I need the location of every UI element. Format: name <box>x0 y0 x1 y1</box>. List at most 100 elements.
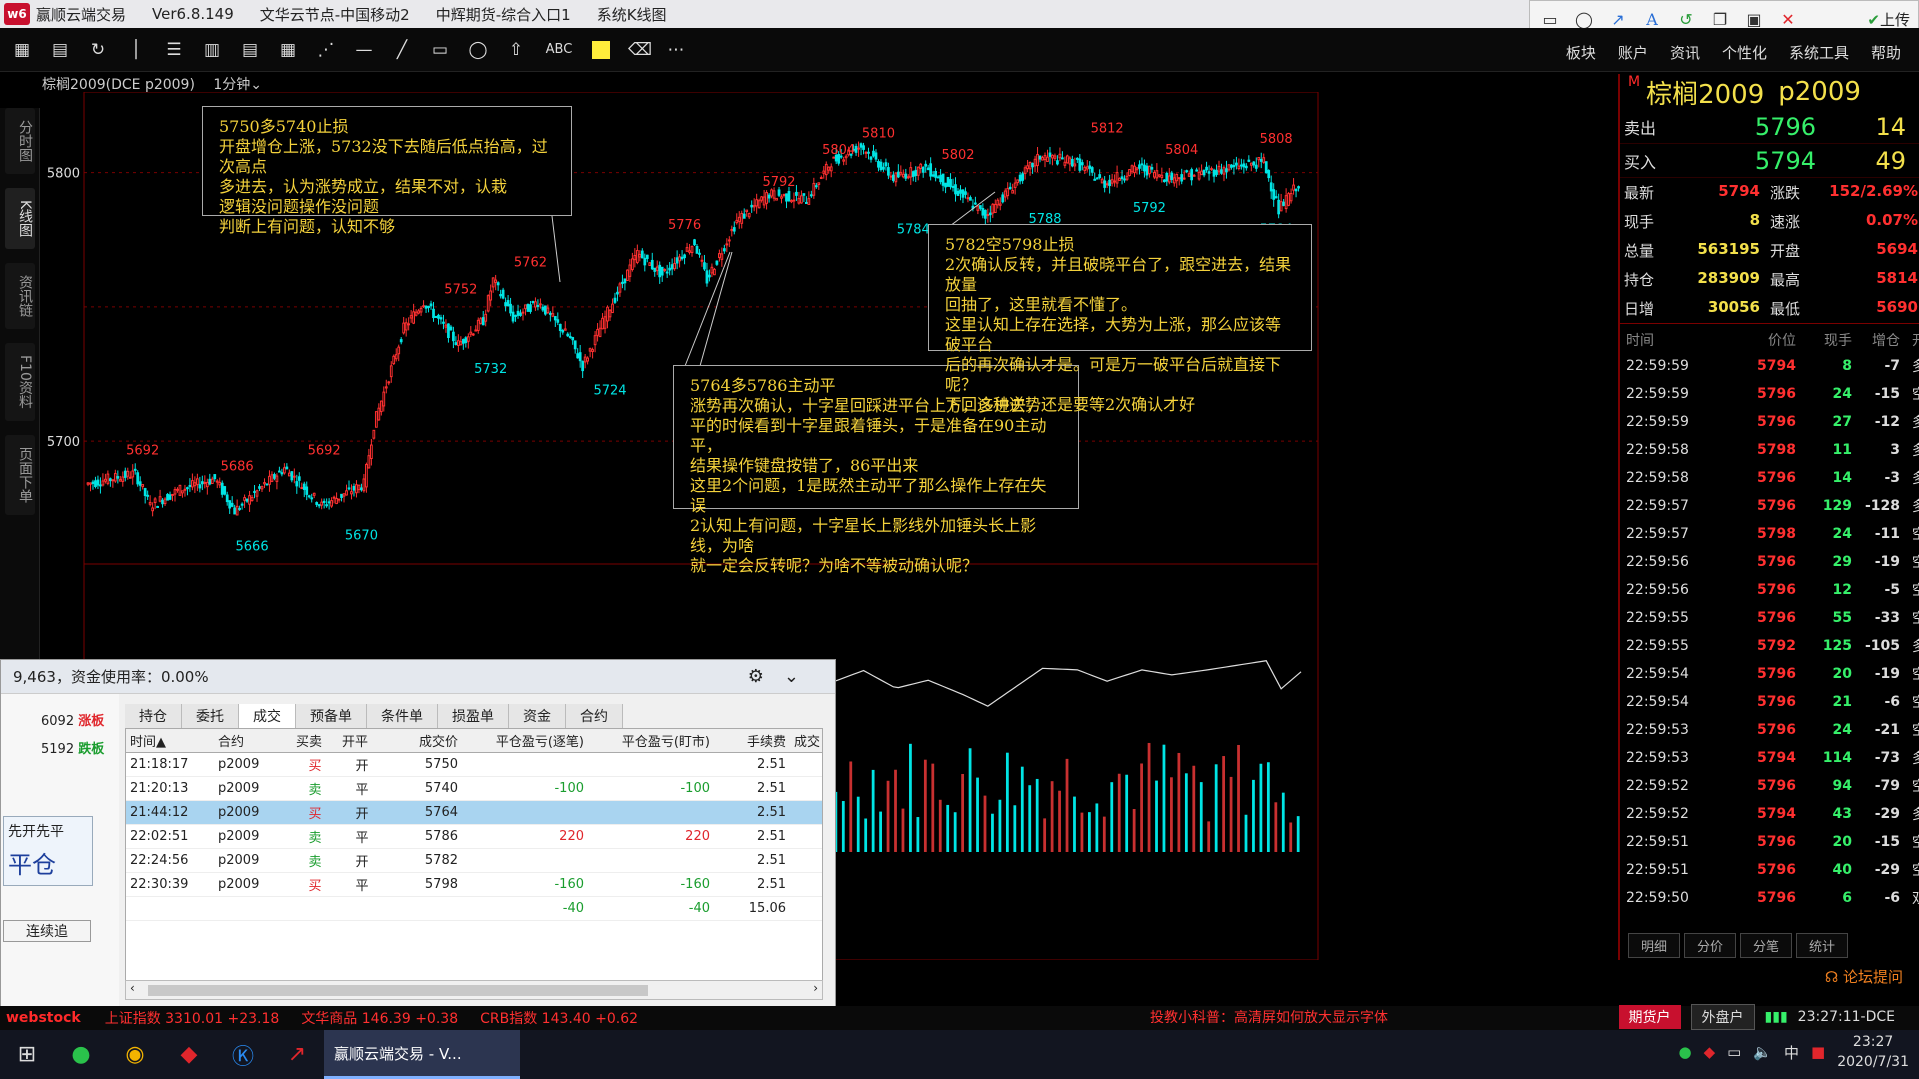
antivirus-icon[interactable]: ■ <box>1811 1043 1825 1061</box>
refresh-icon[interactable]: ↻ <box>88 40 108 60</box>
tab-detail[interactable]: 明细 <box>1628 933 1681 958</box>
forum-ask-link[interactable]: ☊ 论坛提问 <box>1825 966 1903 987</box>
ticker-item[interactable]: 上证指数 3310.01 +23.18 <box>105 1008 280 1028</box>
tab-orders[interactable]: 委托 <box>182 704 239 728</box>
speaker-icon[interactable]: 🔈 <box>1753 1043 1772 1061</box>
app-shortcut-icon[interactable]: ◆ <box>162 1030 216 1079</box>
menu-sector[interactable]: 板块 <box>1566 42 1596 63</box>
system-clock[interactable]: 23:27 2020/7/31 <box>1837 1032 1909 1072</box>
menu-system-tools[interactable]: 系统工具 <box>1789 42 1849 63</box>
table-row[interactable]: 21:44:12 p2009 买 开 5764 2.51 <box>126 801 822 825</box>
tick-row[interactable]: 22:59:54 5796 21 -6空平 <box>1620 688 1919 716</box>
abc-text-icon[interactable]: ABC <box>544 42 574 57</box>
menu-personalize[interactable]: 个性化 <box>1722 42 1767 63</box>
tick-row[interactable]: 22:59:56 5796 29 -19空平 <box>1620 548 1919 576</box>
rectangle-icon[interactable]: ▭ <box>430 40 450 60</box>
table-row[interactable]: 21:18:17 p2009 买 开 5750 2.51 <box>126 753 822 777</box>
period-dropdown[interactable]: 1分钟⌄ <box>213 77 262 93</box>
col-contract[interactable]: 合约 <box>214 731 292 750</box>
tab-positions[interactable]: 持仓 <box>125 704 182 728</box>
table-scrollbar[interactable]: ‹ › <box>125 980 823 1000</box>
tick-row[interactable]: 22:59:57 5796 129 -128多平 <box>1620 492 1919 520</box>
cloud-node[interactable]: 文华云节点-中国移动2 <box>260 4 410 25</box>
ray-line-icon[interactable]: ╱ <box>392 40 412 60</box>
futures-account-button[interactable]: 期货户 <box>1618 1005 1681 1029</box>
col-price[interactable]: 成交价 <box>386 731 462 750</box>
col-side[interactable]: 买卖 <box>292 731 338 750</box>
ticker-item[interactable]: CRB指数 143.40 +0.62 <box>480 1008 638 1028</box>
bid-price[interactable]: 5794 <box>1686 147 1816 175</box>
table-row[interactable]: 22:02:51 p2009 卖 平 5786 220 220 2.51 <box>126 825 822 849</box>
tab-stop-profit[interactable]: 损盈单 <box>438 704 509 728</box>
col-fill[interactable]: 成交 <box>790 731 822 750</box>
network-tray-icon[interactable]: ▭ <box>1727 1043 1741 1061</box>
menu-help[interactable]: 帮助 <box>1871 42 1901 63</box>
tab-contracts[interactable]: 合约 <box>566 704 623 728</box>
dotted-line-icon[interactable]: ⋰ <box>316 40 336 60</box>
tick-row[interactable]: 22:59:53 5796 24 -21空平 <box>1620 716 1919 744</box>
tab-time-share[interactable]: 分时图 <box>5 108 35 174</box>
order-icon[interactable]: ▦ <box>12 40 32 60</box>
up-arrow-icon[interactable]: ⇧ <box>506 40 526 60</box>
edu-tip[interactable]: 投教小科普：高清屏如何放大显示字体 <box>1150 1006 1388 1030</box>
tab-news-chain[interactable]: 资讯链 <box>5 263 35 330</box>
close-position-button[interactable]: 先开先平 平仓 <box>3 816 93 886</box>
app-tray-icon[interactable]: ◆ <box>1704 1043 1716 1061</box>
menu-account[interactable]: 账户 <box>1618 42 1648 63</box>
tick-row[interactable]: 22:59:55 5792 125 -105多平 <box>1620 632 1919 660</box>
tick-row[interactable]: 22:59:51 5796 40 -29空平 <box>1620 856 1919 884</box>
bars-icon[interactable]: ☰ <box>164 40 184 60</box>
tick-row[interactable]: 22:59:57 5798 24 -11空平 <box>1620 520 1919 548</box>
chase-button[interactable]: 连续追 <box>3 920 91 942</box>
rectangle-tool-icon[interactable]: ▭ <box>1538 10 1562 29</box>
wechat-tray-icon[interactable]: ● <box>1678 1043 1691 1061</box>
col-time[interactable]: 时间▲ <box>126 731 214 750</box>
ellipse-icon[interactable]: ◯ <box>468 40 488 60</box>
tab-prepared[interactable]: 预备单 <box>296 704 367 728</box>
tick-row[interactable]: 22:59:52 5796 94 -79空平 <box>1620 772 1919 800</box>
tick-row[interactable]: 22:59:56 5796 12 -5空平 <box>1620 576 1919 604</box>
tick-row[interactable]: 22:59:58 5798 11 3多开 <box>1620 436 1919 464</box>
grid-icon[interactable]: ▦ <box>278 40 298 60</box>
tick-row[interactable]: 22:59:59 5796 24 -15空平 <box>1620 380 1919 408</box>
col-pnl-mtm[interactable]: 平仓盈亏(盯市) <box>588 731 714 750</box>
table-row[interactable]: 22:30:39 p2009 买 平 5798 -160 -160 2.51 <box>126 873 822 897</box>
tick-row[interactable]: 22:59:52 5794 43 -29多平 <box>1620 800 1919 828</box>
chrome-icon[interactable]: ◉ <box>108 1030 162 1079</box>
foreign-account-button[interactable]: 外盘户 <box>1690 1004 1755 1030</box>
color-swatch-icon[interactable] <box>592 40 610 59</box>
table-row[interactable]: 22:24:56 p2009 卖 开 5782 2.51 <box>126 849 822 873</box>
text-tool-icon[interactable]: A <box>1640 10 1664 29</box>
windows-start-icon[interactable]: ⊞ <box>0 1030 54 1079</box>
tick-row[interactable]: 22:59:59 5796 27 -12多平 <box>1620 408 1919 436</box>
scroll-thumb[interactable] <box>148 985 648 996</box>
tab-conditional[interactable]: 条件单 <box>367 704 438 728</box>
tick-row[interactable]: 22:59:58 5796 14 -3多平 <box>1620 464 1919 492</box>
tick-row[interactable]: 22:59:51 5796 20 -15空平 <box>1620 828 1919 856</box>
tick-list[interactable]: 22:59:5957948-7多平22:59:59579624-15空平22:5… <box>1620 352 1919 912</box>
trade-app-icon[interactable]: ↗ <box>270 1030 324 1079</box>
menu-news[interactable]: 资讯 <box>1670 42 1700 63</box>
tab-funds[interactable]: 资金 <box>509 704 566 728</box>
tab-kline[interactable]: K线图 <box>5 188 35 250</box>
upload-button[interactable]: ✔上传 <box>1867 9 1910 30</box>
eraser-icon[interactable]: ⌫ <box>628 40 652 60</box>
table-row[interactable]: 21:20:13 p2009 卖 平 5740 -100 -100 2.51 <box>126 777 822 801</box>
tick-row[interactable]: 22:59:55 5796 55 -33空平 <box>1620 604 1919 632</box>
horizontal-line-icon[interactable]: — <box>354 40 374 60</box>
collapse-icon[interactable]: ⌄ <box>784 666 819 687</box>
scroll-right-icon[interactable]: › <box>813 981 818 995</box>
taskbar-active-app[interactable]: 赢顺云端交易 - V... <box>324 1030 520 1079</box>
arrow-tool-icon[interactable]: ↗ <box>1606 10 1630 29</box>
k-app-icon[interactable]: Ⓚ <box>216 1030 270 1079</box>
tab-price-dist[interactable]: 分价 <box>1684 933 1737 958</box>
ime-indicator[interactable]: 中 <box>1784 1042 1799 1063</box>
ellipse-tool-icon[interactable]: ◯ <box>1572 10 1596 29</box>
wechat-icon[interactable]: ● <box>54 1030 108 1079</box>
more-icon[interactable]: ⋯ <box>666 40 686 60</box>
scroll-left-icon[interactable]: ‹ <box>130 981 135 995</box>
save-icon[interactable]: ▣ <box>1742 10 1766 29</box>
save-icon[interactable]: ▤ <box>50 40 70 60</box>
tab-page-order[interactable]: 页面下单 <box>5 435 35 516</box>
col-openclose[interactable]: 开平 <box>338 731 386 750</box>
